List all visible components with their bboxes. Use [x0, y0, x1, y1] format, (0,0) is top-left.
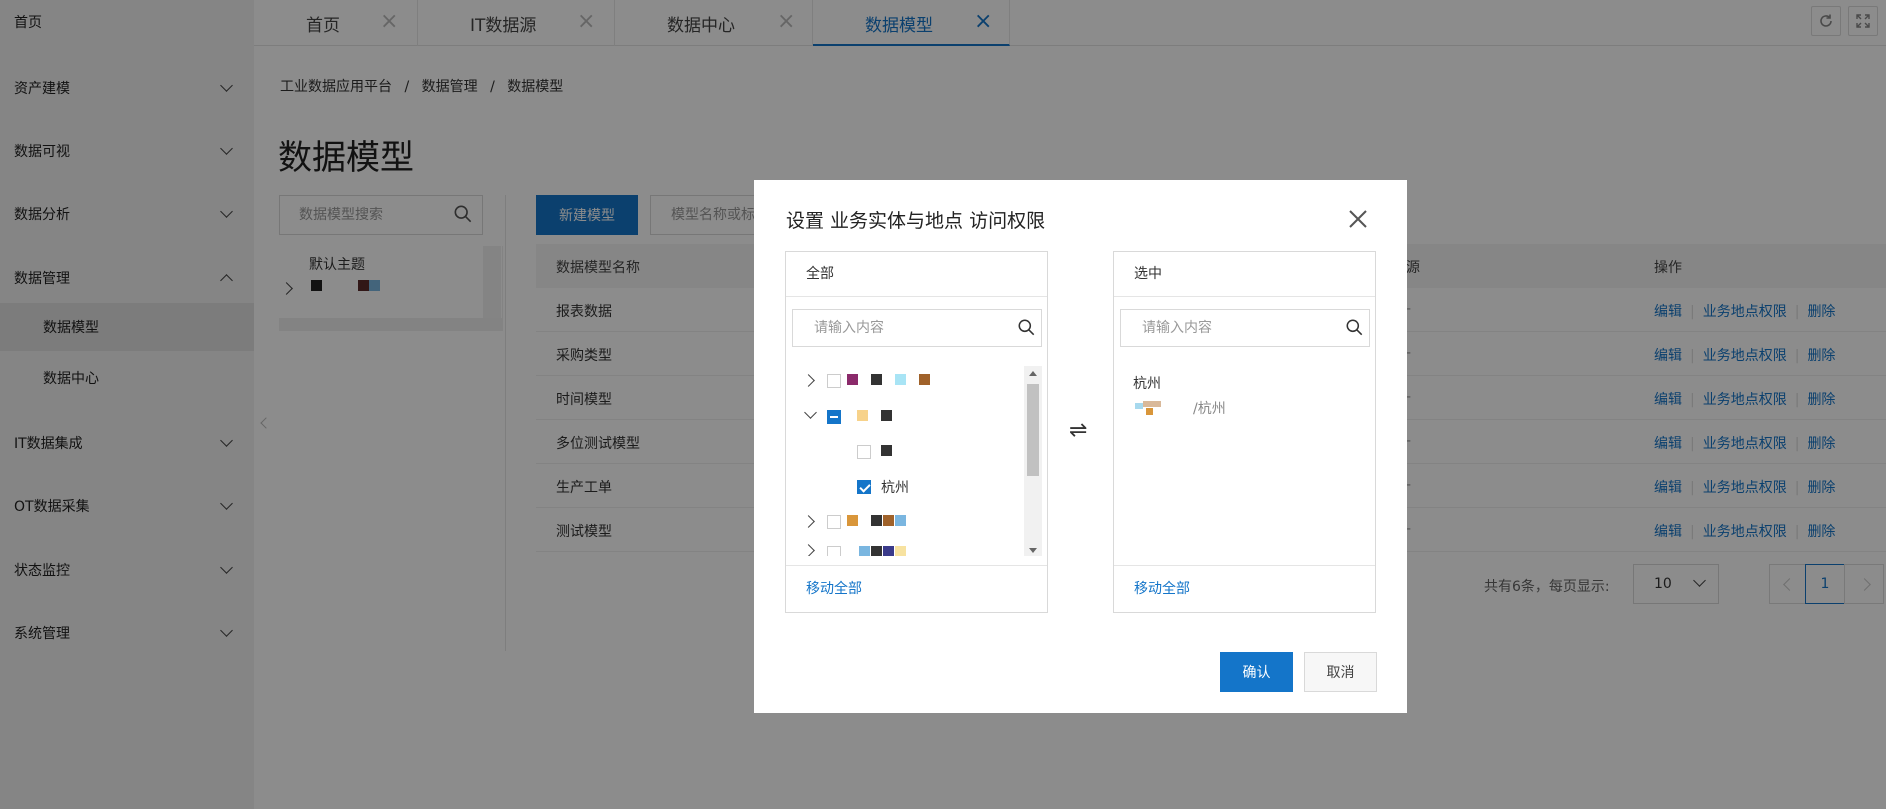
checkbox[interactable] — [827, 374, 841, 388]
close-icon[interactable] — [1347, 208, 1369, 230]
chevron-right-icon[interactable] — [802, 544, 815, 556]
selected-item-title: 杭州 — [1133, 376, 1161, 392]
checkbox[interactable] — [827, 515, 841, 529]
tree-node-label: 杭州 — [881, 480, 909, 496]
checkbox[interactable] — [827, 410, 841, 424]
redacted-block — [881, 445, 892, 456]
tree-node[interactable] — [786, 542, 1026, 556]
tree-node[interactable]: 杭州 — [786, 472, 1026, 502]
redacted-block — [883, 515, 894, 526]
chevron-right-icon[interactable] — [802, 374, 815, 387]
panel-header: 选中 — [1114, 252, 1375, 297]
search-placeholder: 请输入内容 — [1142, 320, 1212, 336]
left-search-input[interactable]: 请输入内容 — [792, 309, 1042, 347]
tree-node[interactable] — [786, 437, 1026, 467]
redacted-block — [895, 515, 906, 526]
redacted-block — [895, 546, 906, 556]
move-all-left-link[interactable]: 移动全部 — [786, 565, 1047, 612]
redacted-block — [919, 374, 930, 385]
tree-scrollbar-thumb[interactable] — [1027, 384, 1039, 476]
move-all-right-link[interactable]: 移动全部 — [1114, 565, 1375, 612]
cancel-button[interactable]: 取消 — [1304, 652, 1377, 692]
selected-item-path: /杭州 — [1193, 401, 1226, 417]
redacted-block — [1146, 408, 1153, 415]
transfer-arrows-icon: ⇌ — [1069, 418, 1088, 443]
right-search-input[interactable]: 请输入内容 — [1120, 309, 1370, 347]
transfer-panel-all: 全部 请输入内容 杭州 移动全部 — [785, 251, 1048, 613]
dialog-title: 设置 业务实体与地点 访问权限 — [786, 210, 1046, 232]
redacted-block — [857, 410, 868, 421]
checkbox[interactable] — [827, 546, 841, 556]
redacted-block — [895, 374, 906, 385]
scroll-up-icon[interactable] — [1029, 371, 1037, 376]
redacted-block — [871, 374, 882, 385]
tree-node[interactable] — [786, 507, 1026, 537]
redacted-block — [1135, 403, 1143, 409]
permission-dialog: 设置 业务实体与地点 访问权限 全部 请输入内容 杭州 移动全部 ⇌ 选中 请输… — [754, 180, 1407, 713]
checkbox[interactable] — [857, 480, 871, 494]
redacted-block — [881, 410, 892, 421]
redacted-block — [1143, 401, 1161, 407]
transfer-panel-selected: 选中 请输入内容 杭州 /杭州 移动全部 — [1113, 251, 1376, 613]
panel-header: 全部 — [786, 252, 1047, 297]
redacted-block — [871, 546, 882, 556]
confirm-button[interactable]: 确认 — [1220, 652, 1293, 692]
tree-node[interactable] — [786, 402, 1026, 432]
redacted-block — [847, 515, 858, 526]
redacted-block — [847, 374, 858, 385]
search-icon[interactable] — [1346, 319, 1363, 336]
checkbox[interactable] — [857, 445, 871, 459]
search-placeholder: 请输入内容 — [814, 320, 884, 336]
scroll-down-icon[interactable] — [1029, 548, 1037, 553]
chevron-down-icon[interactable] — [804, 406, 817, 419]
redacted-block — [859, 546, 870, 556]
chevron-right-icon[interactable] — [802, 515, 815, 528]
search-icon[interactable] — [1018, 319, 1035, 336]
redacted-block — [883, 546, 894, 556]
selected-item[interactable]: 杭州 /杭州 — [1133, 373, 1353, 423]
redacted-block — [871, 515, 882, 526]
tree-node[interactable] — [786, 366, 1026, 396]
